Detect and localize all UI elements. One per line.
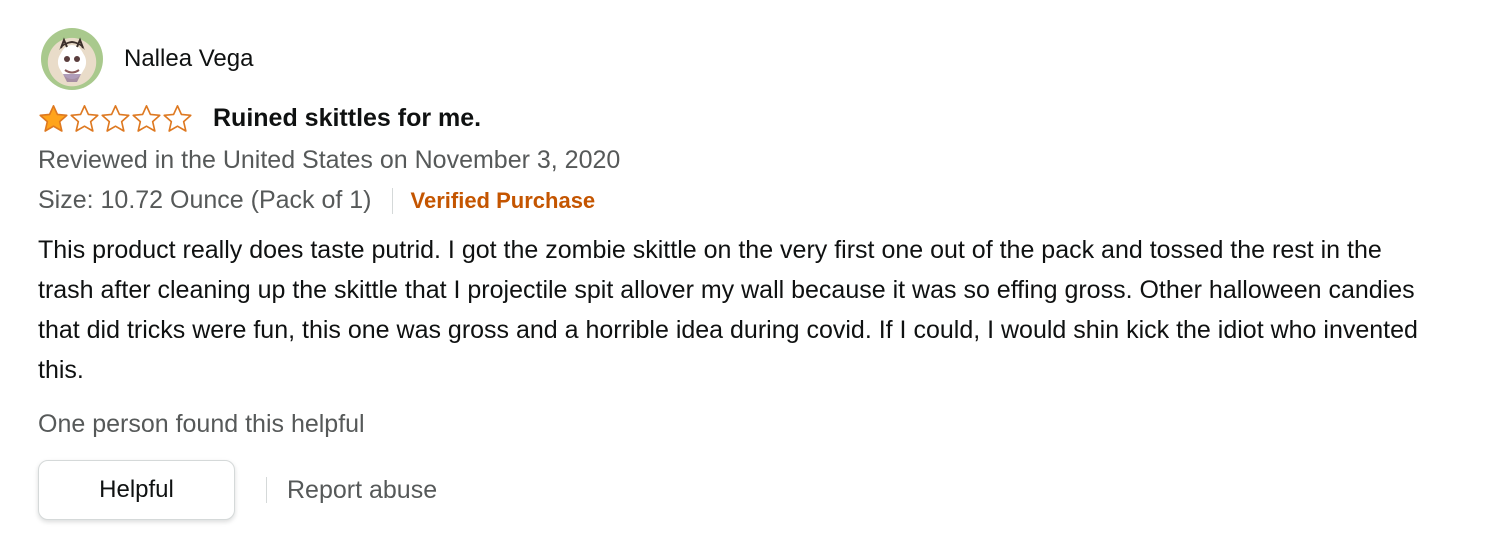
divider [266,477,267,503]
star-empty-icon [132,105,161,132]
avatar-image-icon [59,37,85,82]
review-title[interactable]: Ruined skittles for me. [213,104,481,133]
avatar[interactable] [41,28,103,90]
review-card: Nallea Vega Ruined skittles for me. Revi… [0,0,1502,556]
star-rating[interactable] [38,104,193,133]
variant-size: Size: 10.72 Ounce (Pack of 1) [38,186,372,214]
review-date: Reviewed in the United States on Novembe… [38,146,621,174]
review-format-strip: Size: 10.72 Ounce (Pack of 1) Verified P… [38,186,595,215]
divider [391,187,393,214]
helpful-vote-statement: One person found this helpful [38,410,365,438]
review-title-row: Ruined skittles for me. [38,104,481,133]
review-actions: Helpful Report abuse [38,460,437,520]
star-empty-icon [70,105,99,132]
star-empty-icon [163,105,192,132]
report-abuse-link[interactable]: Report abuse [287,476,437,505]
verified-purchase-badge: Verified Purchase [410,187,596,213]
review-body: This product really does taste putrid. I… [38,236,1418,384]
star-empty-icon [101,105,130,132]
helpful-button[interactable]: Helpful [38,460,235,520]
star-filled-icon [39,105,68,132]
reviewer-profile[interactable]: Nallea Vega [41,28,253,90]
reviewer-name[interactable]: Nallea Vega [124,45,253,73]
